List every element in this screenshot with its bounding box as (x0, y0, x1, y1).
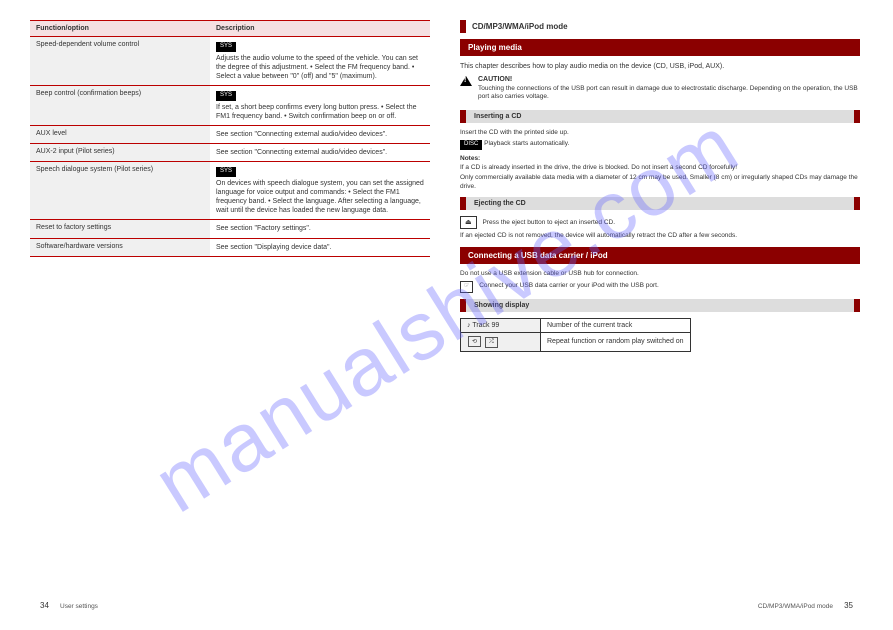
usb-note: Do not use a USB extension cable or USB … (460, 270, 860, 278)
page-number-right: 35 (844, 601, 853, 610)
eject-body: Press the eject button to eject an inser… (482, 219, 615, 226)
note1: If a CD is already inserted in the drive… (460, 164, 860, 172)
row-text: If set, a short beep confirms every long… (216, 104, 417, 120)
notes-label: Notes: (460, 155, 860, 162)
sys-chip: SYS (216, 91, 236, 101)
sys-chip: SYS (216, 42, 236, 52)
disc-chip: DISC (460, 140, 482, 150)
eject-cd-header: Ejecting the CD (466, 197, 854, 210)
table-header: Function/option Description (30, 20, 430, 37)
table-row: Speed-dependent volume control SYS Adjus… (30, 37, 430, 86)
table-row: Reset to factory settings See section "F… (30, 220, 430, 238)
subsection-header: Showing display (460, 299, 860, 312)
insert-cd-after: Playback starts automatically. (484, 140, 569, 147)
table-row: AUX-2 input (Pilot series) See section "… (30, 144, 430, 162)
sys-chip: SYS (216, 167, 236, 177)
table-row: ⟲ ⤮ Repeat function or random play switc… (461, 332, 691, 351)
row-desc: See section "Displaying device data". (210, 239, 430, 256)
table-row: Speech dialogue system (Pilot series) SY… (30, 162, 430, 220)
table-row: AUX level See section "Connecting extern… (30, 126, 430, 144)
page-number-left: 34 (40, 601, 49, 610)
display-table: ♪ Track 99 Number of the current track ⟲… (460, 318, 691, 352)
row-title: Software/hardware versions (30, 239, 210, 256)
row-title: Speech dialogue system (Pilot series) (30, 162, 210, 219)
repeat-icon-cell: ⟲ ⤮ (461, 332, 541, 351)
note2: Only commercially available data media w… (460, 174, 860, 191)
right-page: CD/MP3/WMA/iPod mode Playing media This … (460, 20, 860, 358)
section-header: Playing media (460, 39, 860, 56)
footer-left: User settings (60, 603, 98, 610)
section-title: CD/MP3/WMA/iPod mode (466, 20, 574, 33)
section-title-bar: CD/MP3/WMA/iPod mode (460, 20, 860, 33)
warning-icon (460, 76, 472, 86)
table-row: Software/hardware versions See section "… (30, 239, 430, 257)
hand-icon: ☞ (460, 281, 473, 293)
th-function: Function/option (30, 21, 210, 36)
page-spread: Function/option Description Speed-depend… (0, 0, 893, 378)
repeat-desc: Repeat function or random play switched … (541, 332, 691, 351)
row-desc: SYS On devices with speech dialogue syst… (210, 162, 430, 219)
subsection-header: Ejecting the CD (460, 197, 860, 210)
row-title: AUX-2 input (Pilot series) (30, 144, 210, 161)
warning-block: CAUTION! Touching the connections of the… (460, 76, 860, 104)
subsection-header: Inserting a CD (460, 110, 860, 123)
insert-cd-row: DISC Playback starts automatically. (460, 140, 860, 152)
footer-right: CD/MP3/WMA/iPod mode (758, 603, 833, 610)
row-desc: See section "Connecting external audio/v… (210, 126, 430, 143)
track-desc: Number of the current track (541, 318, 691, 332)
table-row: Beep control (confirmation beeps) SYS If… (30, 86, 430, 126)
row-text: On devices with speech dialogue system, … (216, 180, 424, 214)
display-header: Showing display (466, 299, 854, 312)
warning-title: CAUTION! (478, 76, 860, 83)
row-title: Beep control (confirmation beeps) (30, 86, 210, 125)
table-row: ♪ Track 99 Number of the current track (461, 318, 691, 332)
warning-text: Touching the connections of the USB port… (478, 85, 860, 102)
row-text: Adjusts the audio volume to the speed of… (216, 55, 418, 80)
row-desc: See section "Connecting external audio/v… (210, 144, 430, 161)
row-title: Speed-dependent volume control (30, 37, 210, 85)
eject-icon: ⏏ (460, 216, 477, 229)
insert-cd-body: Insert the CD with the printed side up. (460, 129, 860, 137)
insert-cd-header: Inserting a CD (466, 110, 854, 123)
row-title: AUX level (30, 126, 210, 143)
row-desc: SYS Adjusts the audio volume to the spee… (210, 37, 430, 85)
usb-row: ☞ Connect your USB data carrier or your … (460, 281, 860, 293)
intro-text: This chapter describes how to play audio… (460, 62, 860, 72)
row-desc: See section "Factory settings". (210, 220, 430, 237)
row-title: Reset to factory settings (30, 220, 210, 237)
row-desc: SYS If set, a short beep confirms every … (210, 86, 430, 125)
usb-header: Connecting a USB data carrier / iPod (460, 247, 860, 264)
track-icon-cell: ♪ Track 99 (461, 318, 541, 332)
usb-body: Connect your USB data carrier or your iP… (479, 282, 659, 289)
left-page: Function/option Description Speed-depend… (30, 20, 430, 358)
eject-row: ⏏ Press the eject button to eject an ins… (460, 216, 860, 229)
eject-note: If an ejected CD is not removed, the dev… (460, 232, 860, 240)
repeat-icon: ⟲ (468, 336, 481, 347)
th-description: Description (210, 21, 430, 36)
shuffle-icon: ⤮ (485, 337, 498, 348)
